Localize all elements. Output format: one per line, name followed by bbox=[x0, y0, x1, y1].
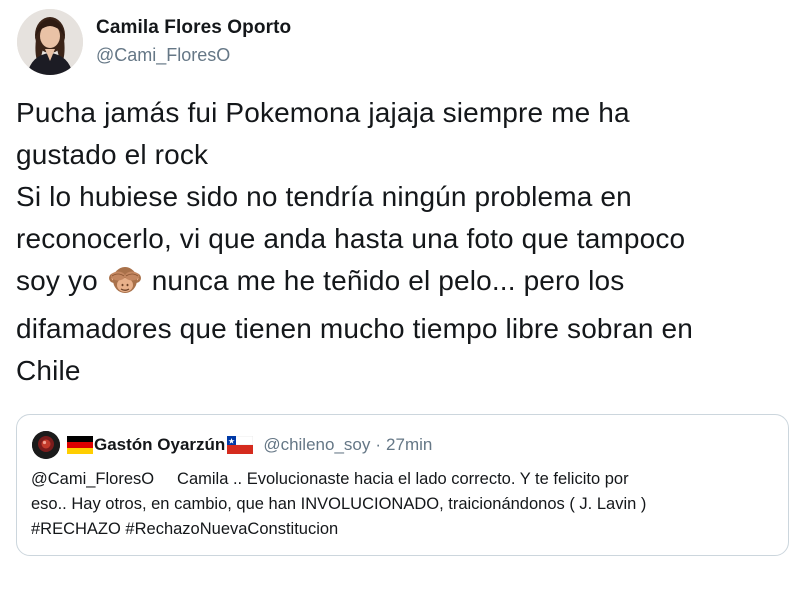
profile-photo-icon bbox=[17, 9, 83, 75]
tweet-line-with-emoji: soy yo nunca me he teñido el pelo... per… bbox=[16, 260, 791, 308]
tweet-card[interactable]: Camila Flores Oporto @Cami_FloresO Pucha… bbox=[0, 0, 800, 600]
quoted-line: @Cami_FloresO Camila .. Evolucionaste ha… bbox=[31, 470, 629, 488]
tweet-text-segment: soy yo bbox=[16, 265, 98, 296]
tweet-line: Chile bbox=[16, 355, 81, 386]
author-handle[interactable]: @Cami_FloresO bbox=[96, 45, 230, 66]
quoted-separator: · bbox=[375, 435, 382, 454]
quoted-header: Gastón Oyarzún @chileno_soy · 27min bbox=[67, 433, 432, 457]
germany-flag-icon bbox=[67, 436, 93, 454]
see-no-evil-monkey-icon bbox=[108, 264, 142, 308]
chile-flag-icon bbox=[227, 435, 254, 454]
author-display-name[interactable]: Camila Flores Oporto bbox=[96, 17, 291, 39]
quoted-display-name[interactable]: Gastón Oyarzún bbox=[94, 435, 225, 455]
quoted-timestamp[interactable]: 27min bbox=[386, 435, 432, 455]
tweet-line: reconocerlo, vi que anda hasta una foto … bbox=[16, 223, 686, 254]
tweet-text-segment: nunca me he teñido el pelo... pero los bbox=[151, 265, 625, 296]
quoted-line: eso.. Hay otros, en cambio, que han INVO… bbox=[31, 495, 647, 513]
tweet-line: Pucha jamás fui Pokemona jajaja siempre … bbox=[16, 97, 630, 128]
quoted-handle[interactable]: @chileno_soy bbox=[263, 435, 370, 455]
tweet-line: Si lo hubiese sido no tendría ningún pro… bbox=[16, 181, 632, 212]
tweet-line: gustado el rock bbox=[16, 139, 209, 170]
quoted-author-avatar[interactable] bbox=[32, 431, 60, 459]
quoted-line: #RECHAZO #RechazoNuevaConstitucion bbox=[31, 520, 339, 538]
quoted-tweet[interactable]: Gastón Oyarzún @chileno_soy · 27min @Cam… bbox=[16, 414, 789, 556]
tweet-line: difamadores que tienen mucho tiempo libr… bbox=[16, 313, 693, 344]
quoted-text: @Cami_FloresO Camila .. Evolucionaste ha… bbox=[31, 467, 781, 542]
author-avatar[interactable] bbox=[17, 9, 83, 75]
quoted-profile-photo-icon bbox=[32, 431, 60, 459]
tweet-text: Pucha jamás fui Pokemona jajaja siempre … bbox=[16, 92, 791, 392]
